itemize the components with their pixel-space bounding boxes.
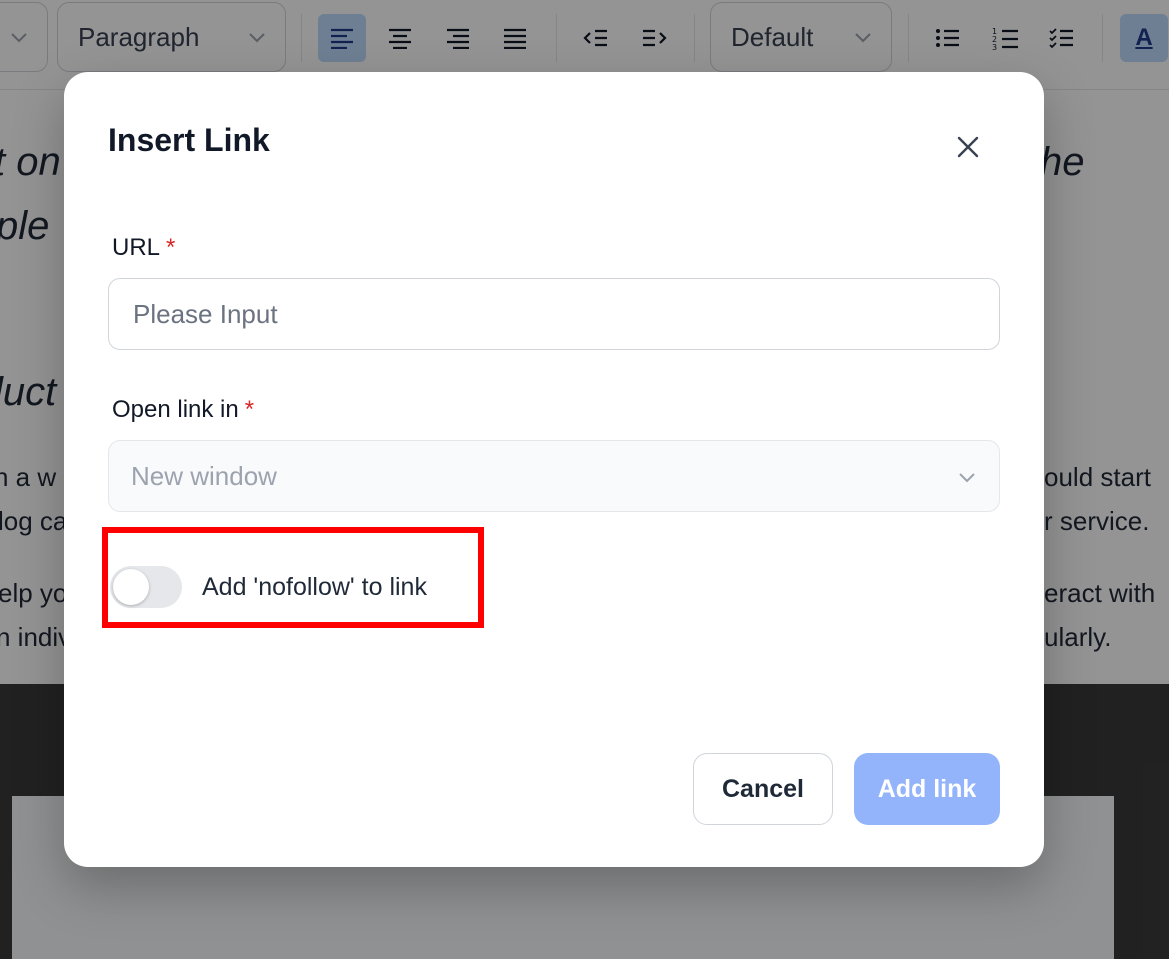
open-link-label: Open link in *: [112, 396, 254, 424]
required-asterisk: *: [244, 396, 255, 423]
open-link-select[interactable]: New window: [108, 440, 1000, 512]
url-input[interactable]: [108, 278, 1000, 350]
required-asterisk: *: [166, 234, 176, 261]
dialog-title: Insert Link: [108, 122, 270, 158]
close-button[interactable]: [949, 128, 987, 166]
open-link-label-text: Open link in: [112, 396, 239, 423]
url-label: URL *: [112, 234, 175, 262]
cancel-button[interactable]: Cancel: [693, 753, 833, 825]
chevron-down-icon: [959, 473, 975, 483]
close-icon: [957, 136, 979, 158]
add-link-button[interactable]: Add link: [854, 753, 1000, 825]
url-label-text: URL: [112, 234, 161, 261]
open-link-value: New window: [131, 460, 277, 491]
highlight-box: [102, 527, 484, 628]
insert-link-dialog: Insert Link URL* Open link in* New windo…: [64, 72, 1044, 867]
